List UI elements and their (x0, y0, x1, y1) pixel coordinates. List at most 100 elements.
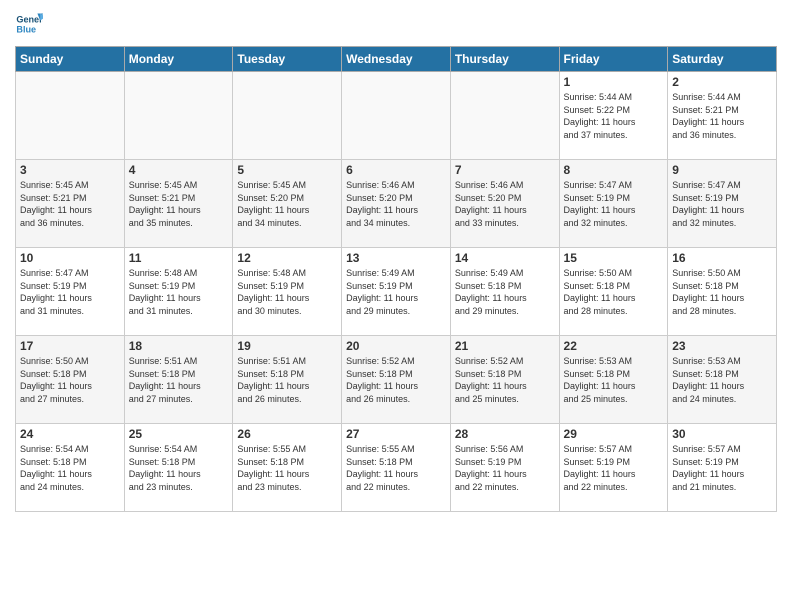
day-number: 27 (346, 427, 446, 441)
calendar-week-4: 17 Sunrise: 5:50 AM Sunset: 5:18 PM Dayli… (16, 336, 777, 424)
day-info: Sunrise: 5:46 AM Sunset: 5:20 PM Dayligh… (346, 179, 446, 229)
day-number: 11 (129, 251, 229, 265)
calendar-cell: 17 Sunrise: 5:50 AM Sunset: 5:18 PM Dayli… (16, 336, 125, 424)
calendar-cell: 16 Sunrise: 5:50 AM Sunset: 5:18 PM Dayli… (668, 248, 777, 336)
calendar-week-3: 10Sunrise: 5:47 AM Sunset: 5:19 PM Dayli… (16, 248, 777, 336)
day-number: 15 (564, 251, 664, 265)
day-info: Sunrise: 5:51 AM Sunset: 5:18 PM Dayligh… (129, 355, 229, 405)
weekday-header-saturday: Saturday (668, 47, 777, 72)
weekday-header-tuesday: Tuesday (233, 47, 342, 72)
calendar-cell: 2 Sunrise: 5:44 AM Sunset: 5:21 PM Daylig… (668, 72, 777, 160)
weekday-header-thursday: Thursday (450, 47, 559, 72)
calendar-cell: 18 Sunrise: 5:51 AM Sunset: 5:18 PM Dayli… (124, 336, 233, 424)
day-info: Sunrise: 5:47 AM Sunset: 5:19 PM Dayligh… (20, 267, 120, 317)
day-info: Sunrise: 5:50 AM Sunset: 5:18 PM Dayligh… (564, 267, 664, 317)
calendar-cell (124, 72, 233, 160)
calendar-cell: 1 Sunrise: 5:44 AM Sunset: 5:22 PM Daylig… (559, 72, 668, 160)
day-number: 5 (237, 163, 337, 177)
day-number: 13 (346, 251, 446, 265)
day-number: 8 (564, 163, 664, 177)
calendar-cell: 10Sunrise: 5:47 AM Sunset: 5:19 PM Dayli… (16, 248, 125, 336)
day-info: Sunrise: 5:44 AM Sunset: 5:22 PM Dayligh… (564, 91, 664, 141)
day-info: Sunrise: 5:48 AM Sunset: 5:19 PM Dayligh… (237, 267, 337, 317)
calendar-cell: 15 Sunrise: 5:50 AM Sunset: 5:18 PM Dayli… (559, 248, 668, 336)
logo-icon: General Blue (15, 10, 43, 38)
calendar-cell: 12 Sunrise: 5:48 AM Sunset: 5:19 PM Dayli… (233, 248, 342, 336)
calendar-cell: 19 Sunrise: 5:51 AM Sunset: 5:18 PM Dayli… (233, 336, 342, 424)
calendar-cell: 22Sunrise: 5:53 AM Sunset: 5:18 PM Dayli… (559, 336, 668, 424)
calendar-cell: 6 Sunrise: 5:46 AM Sunset: 5:20 PM Daylig… (342, 160, 451, 248)
page-container: General Blue SundayMondayTuesdayWednesda… (0, 0, 792, 612)
day-number: 12 (237, 251, 337, 265)
day-number: 28 (455, 427, 555, 441)
day-number: 19 (237, 339, 337, 353)
calendar-cell: 20Sunrise: 5:52 AM Sunset: 5:18 PM Dayli… (342, 336, 451, 424)
calendar-cell: 14Sunrise: 5:49 AM Sunset: 5:18 PM Dayli… (450, 248, 559, 336)
calendar-cell: 7 Sunrise: 5:46 AM Sunset: 5:20 PM Daylig… (450, 160, 559, 248)
calendar-cell: 27 Sunrise: 5:55 AM Sunset: 5:18 PM Dayli… (342, 424, 451, 512)
day-number: 29 (564, 427, 664, 441)
day-info: Sunrise: 5:45 AM Sunset: 5:21 PM Dayligh… (129, 179, 229, 229)
day-number: 17 (20, 339, 120, 353)
day-info: Sunrise: 5:51 AM Sunset: 5:18 PM Dayligh… (237, 355, 337, 405)
day-info: Sunrise: 5:56 AM Sunset: 5:19 PM Dayligh… (455, 443, 555, 493)
page-header: General Blue (15, 10, 777, 38)
day-number: 16 (672, 251, 772, 265)
calendar-table: SundayMondayTuesdayWednesdayThursdayFrid… (15, 46, 777, 512)
svg-text:Blue: Blue (16, 24, 36, 34)
day-info: Sunrise: 5:46 AM Sunset: 5:20 PM Dayligh… (455, 179, 555, 229)
day-info: Sunrise: 5:52 AM Sunset: 5:18 PM Dayligh… (455, 355, 555, 405)
day-info: Sunrise: 5:49 AM Sunset: 5:19 PM Dayligh… (346, 267, 446, 317)
day-info: Sunrise: 5:45 AM Sunset: 5:21 PM Dayligh… (20, 179, 120, 229)
calendar-week-2: 3Sunrise: 5:45 AM Sunset: 5:21 PM Daylig… (16, 160, 777, 248)
day-number: 25 (129, 427, 229, 441)
day-number: 7 (455, 163, 555, 177)
day-info: Sunrise: 5:50 AM Sunset: 5:18 PM Dayligh… (672, 267, 772, 317)
calendar-cell: 23Sunrise: 5:53 AM Sunset: 5:18 PM Dayli… (668, 336, 777, 424)
day-number: 24 (20, 427, 120, 441)
day-number: 18 (129, 339, 229, 353)
day-number: 6 (346, 163, 446, 177)
calendar-header-row: SundayMondayTuesdayWednesdayThursdayFrid… (16, 47, 777, 72)
calendar-cell: 24 Sunrise: 5:54 AM Sunset: 5:18 PM Dayli… (16, 424, 125, 512)
calendar-cell: 29 Sunrise: 5:57 AM Sunset: 5:19 PM Dayli… (559, 424, 668, 512)
day-info: Sunrise: 5:57 AM Sunset: 5:19 PM Dayligh… (672, 443, 772, 493)
day-info: Sunrise: 5:57 AM Sunset: 5:19 PM Dayligh… (564, 443, 664, 493)
weekday-header-monday: Monday (124, 47, 233, 72)
calendar-cell (16, 72, 125, 160)
day-info: Sunrise: 5:47 AM Sunset: 5:19 PM Dayligh… (564, 179, 664, 229)
calendar-cell: 30Sunrise: 5:57 AM Sunset: 5:19 PM Dayli… (668, 424, 777, 512)
day-info: Sunrise: 5:44 AM Sunset: 5:21 PM Dayligh… (672, 91, 772, 141)
day-number: 4 (129, 163, 229, 177)
calendar-cell: 5 Sunrise: 5:45 AM Sunset: 5:20 PM Daylig… (233, 160, 342, 248)
day-number: 9 (672, 163, 772, 177)
weekday-header-friday: Friday (559, 47, 668, 72)
day-info: Sunrise: 5:54 AM Sunset: 5:18 PM Dayligh… (129, 443, 229, 493)
day-info: Sunrise: 5:54 AM Sunset: 5:18 PM Dayligh… (20, 443, 120, 493)
calendar-cell: 11 Sunrise: 5:48 AM Sunset: 5:19 PM Dayli… (124, 248, 233, 336)
calendar-cell: 8 Sunrise: 5:47 AM Sunset: 5:19 PM Daylig… (559, 160, 668, 248)
weekday-header-sunday: Sunday (16, 47, 125, 72)
day-number: 26 (237, 427, 337, 441)
calendar-cell: 9 Sunrise: 5:47 AM Sunset: 5:19 PM Daylig… (668, 160, 777, 248)
calendar-cell: 21 Sunrise: 5:52 AM Sunset: 5:18 PM Dayli… (450, 336, 559, 424)
day-info: Sunrise: 5:50 AM Sunset: 5:18 PM Dayligh… (20, 355, 120, 405)
calendar-cell: 26Sunrise: 5:55 AM Sunset: 5:18 PM Dayli… (233, 424, 342, 512)
day-info: Sunrise: 5:53 AM Sunset: 5:18 PM Dayligh… (564, 355, 664, 405)
day-info: Sunrise: 5:55 AM Sunset: 5:18 PM Dayligh… (346, 443, 446, 493)
day-number: 21 (455, 339, 555, 353)
calendar-cell: 4 Sunrise: 5:45 AM Sunset: 5:21 PM Daylig… (124, 160, 233, 248)
day-info: Sunrise: 5:53 AM Sunset: 5:18 PM Dayligh… (672, 355, 772, 405)
day-number: 1 (564, 75, 664, 89)
day-info: Sunrise: 5:48 AM Sunset: 5:19 PM Dayligh… (129, 267, 229, 317)
day-number: 20 (346, 339, 446, 353)
calendar-cell: 3Sunrise: 5:45 AM Sunset: 5:21 PM Daylig… (16, 160, 125, 248)
day-number: 2 (672, 75, 772, 89)
calendar-cell (450, 72, 559, 160)
calendar-cell: 28 Sunrise: 5:56 AM Sunset: 5:19 PM Dayli… (450, 424, 559, 512)
calendar-cell (342, 72, 451, 160)
day-info: Sunrise: 5:47 AM Sunset: 5:19 PM Dayligh… (672, 179, 772, 229)
calendar-cell: 13 Sunrise: 5:49 AM Sunset: 5:19 PM Dayli… (342, 248, 451, 336)
day-number: 14 (455, 251, 555, 265)
day-info: Sunrise: 5:45 AM Sunset: 5:20 PM Dayligh… (237, 179, 337, 229)
